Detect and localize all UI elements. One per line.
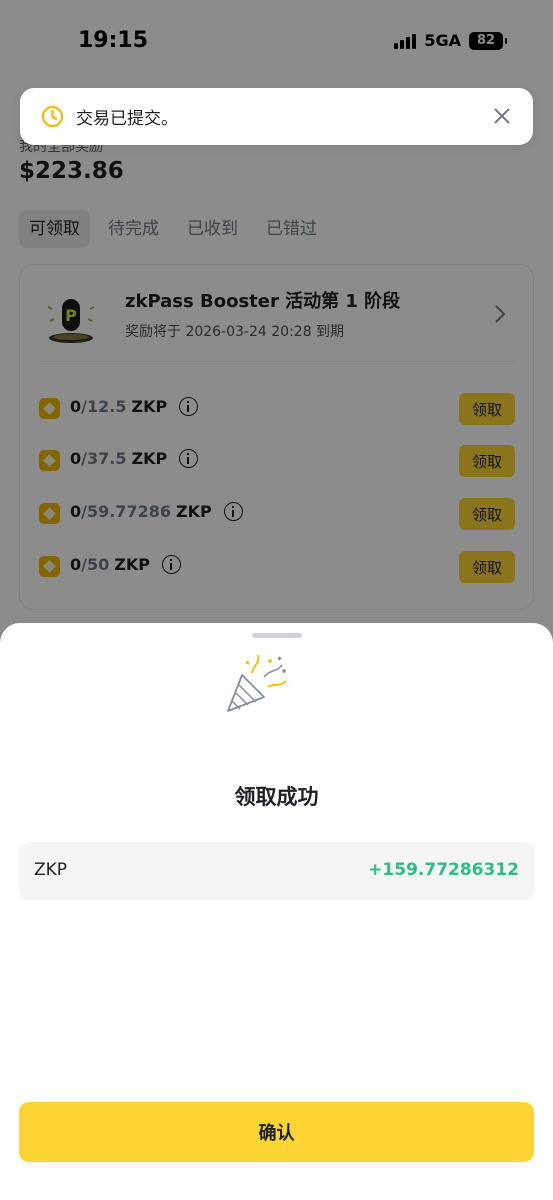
close-icon[interactable] (491, 105, 513, 127)
sheet-title: 领取成功 (234, 785, 319, 809)
toast-notification: 交易已提交。 (20, 88, 533, 145)
result-amount: +159.77286312 (368, 860, 519, 880)
claim-success-sheet: 领取成功 ZKP +159.77286312 确认 (0, 623, 553, 1200)
result-token: ZKP (34, 860, 68, 880)
drag-handle[interactable] (252, 633, 302, 638)
toast-message: 交易已提交。 (76, 109, 178, 129)
party-popper-icon (227, 654, 287, 712)
confirm-button[interactable]: 确认 (19, 1102, 534, 1162)
claim-result-row: ZKP +159.77286312 (19, 842, 534, 900)
clock-icon (41, 105, 64, 128)
